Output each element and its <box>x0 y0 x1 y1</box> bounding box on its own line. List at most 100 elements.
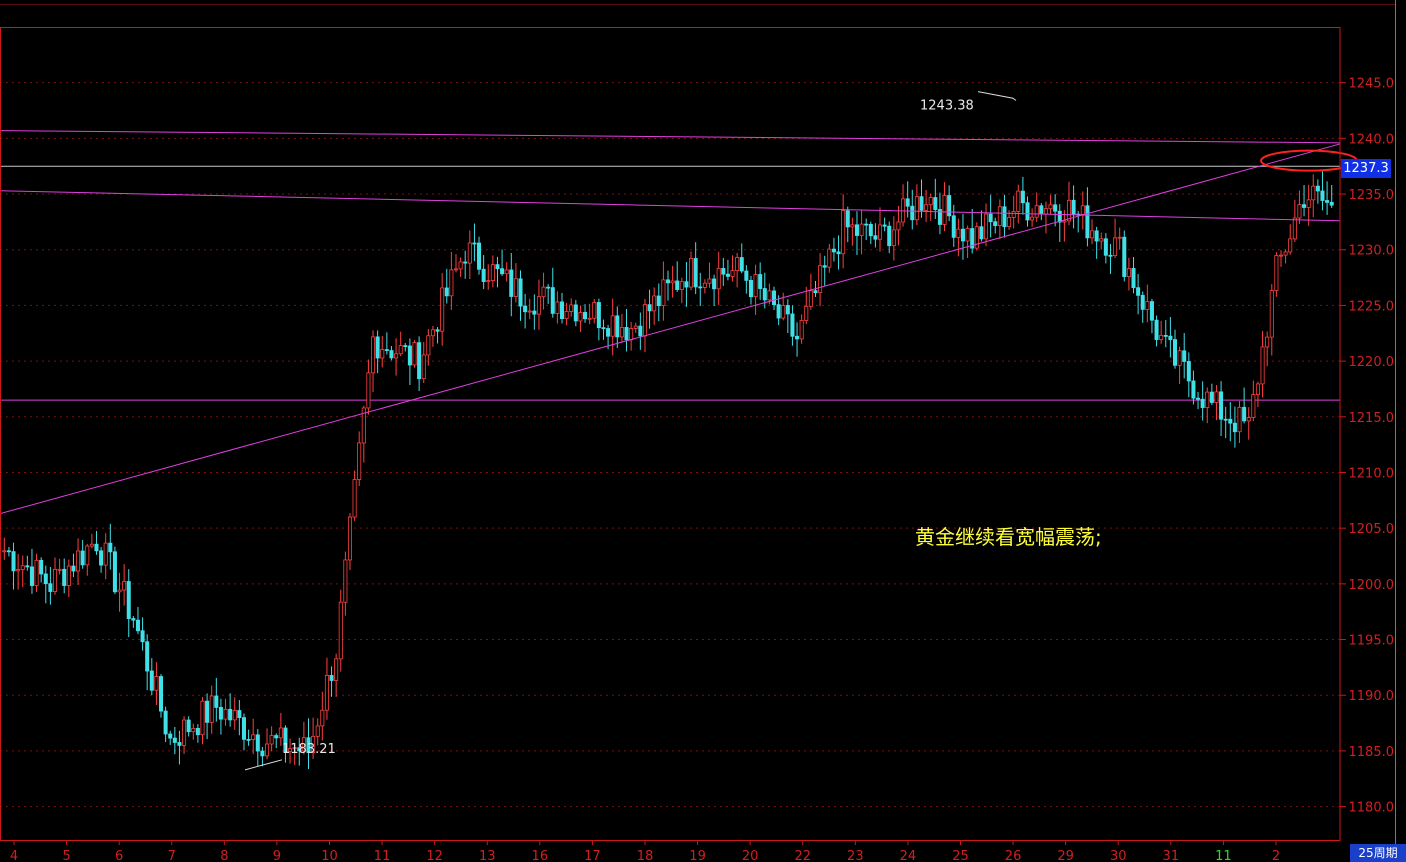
candle-body <box>1122 236 1127 277</box>
candle-body <box>228 708 233 721</box>
candle-body <box>762 288 767 301</box>
candle-body <box>638 325 643 337</box>
candle-body <box>1168 335 1173 340</box>
x-tick-label: 20 <box>742 849 759 862</box>
y-tick-label: 1190.0 <box>1349 689 1395 704</box>
candle-body <box>278 727 283 739</box>
candle-body <box>878 224 883 240</box>
candle-body <box>518 278 523 307</box>
candle-body <box>269 735 274 745</box>
candle-body <box>1325 200 1330 203</box>
candle-body <box>112 551 117 593</box>
x-tick-label: 4 <box>10 849 18 862</box>
y-tick-label: 1240.0 <box>1349 132 1395 147</box>
candle-body <box>767 290 772 301</box>
candle-body <box>1172 339 1178 366</box>
grid-lines <box>0 82 1340 808</box>
candle-body <box>477 242 482 270</box>
period-label[interactable]: 25周期 <box>1350 844 1406 862</box>
y-tick-label: 1245.0 <box>1349 77 1395 92</box>
candle-body <box>435 329 440 332</box>
candle-body <box>1099 238 1104 242</box>
candle-body <box>735 257 740 271</box>
candle-body <box>947 195 952 217</box>
candle-body <box>1159 334 1164 340</box>
candle-body <box>624 327 629 341</box>
candle-body <box>57 568 62 571</box>
candle-body <box>1232 422 1237 433</box>
x-tick-label: 13 <box>479 849 496 862</box>
candle-body <box>633 325 638 329</box>
candle-body <box>928 197 933 206</box>
candle-body <box>1090 230 1095 239</box>
candle-body <box>366 372 371 409</box>
candle-body <box>1214 391 1219 403</box>
candle-body <box>1242 406 1247 422</box>
y-tick-label: 1230.0 <box>1349 244 1395 259</box>
candle-body <box>550 287 555 314</box>
candle-body <box>99 550 104 566</box>
candle-body <box>458 261 463 270</box>
candle-body <box>168 733 173 739</box>
candle-body <box>615 315 620 338</box>
candle-body <box>578 312 583 322</box>
candle-body <box>1140 294 1145 310</box>
candle-body <box>232 710 237 721</box>
candle-body <box>905 198 910 207</box>
candle-body <box>1191 380 1196 399</box>
candle-body <box>1297 204 1302 219</box>
candle-body <box>1246 417 1251 422</box>
candle-body <box>1094 230 1099 242</box>
candle-body <box>1113 237 1118 256</box>
candle-body <box>979 226 984 240</box>
candle-body <box>117 589 122 593</box>
candle-body <box>758 274 763 289</box>
candle-body <box>813 290 818 294</box>
x-tick-label: 22 <box>794 849 811 862</box>
candle-body <box>85 545 90 566</box>
candle-body <box>149 670 154 691</box>
candle-body <box>126 581 131 619</box>
resistance-line <box>0 130 1341 144</box>
candle-body <box>845 210 850 228</box>
candle-body <box>357 442 362 480</box>
candle-body <box>854 224 859 236</box>
candle-body <box>430 329 435 337</box>
candle-body <box>39 559 44 575</box>
candle-body <box>1020 190 1025 204</box>
candle-body <box>135 619 140 632</box>
candle-body <box>942 195 947 225</box>
y-tick-label: 1220.0 <box>1349 355 1395 370</box>
candle-body <box>1053 204 1058 212</box>
candle-body <box>868 223 873 237</box>
x-tick-label: 12 <box>426 849 443 862</box>
candle-body <box>62 568 67 586</box>
candle-body <box>619 327 624 338</box>
candle-body <box>596 302 601 329</box>
candle-body <box>573 304 578 322</box>
candle-body <box>956 228 961 238</box>
candle-body <box>698 286 703 289</box>
candle-body <box>343 559 348 603</box>
x-tick-label: 24 <box>900 849 917 862</box>
high-leader <box>977 91 1017 101</box>
candle-body <box>1080 205 1085 215</box>
candle-body <box>1274 255 1279 291</box>
candle-body <box>48 583 53 592</box>
candle-body <box>984 213 989 240</box>
candle-body <box>523 305 528 313</box>
candle-body <box>241 717 246 740</box>
candle-body <box>89 543 94 547</box>
candle-body <box>177 742 182 746</box>
candle-body <box>707 278 712 284</box>
candle-body <box>933 197 938 210</box>
candle-body <box>103 542 108 566</box>
candle-body <box>1163 334 1168 337</box>
low-leader <box>244 759 283 771</box>
candle-body <box>896 221 901 231</box>
x-tick-label: 19 <box>689 849 706 862</box>
candle-body <box>158 676 164 712</box>
candle-body <box>712 278 717 290</box>
candle-body <box>546 286 551 289</box>
candle-body <box>20 565 25 570</box>
